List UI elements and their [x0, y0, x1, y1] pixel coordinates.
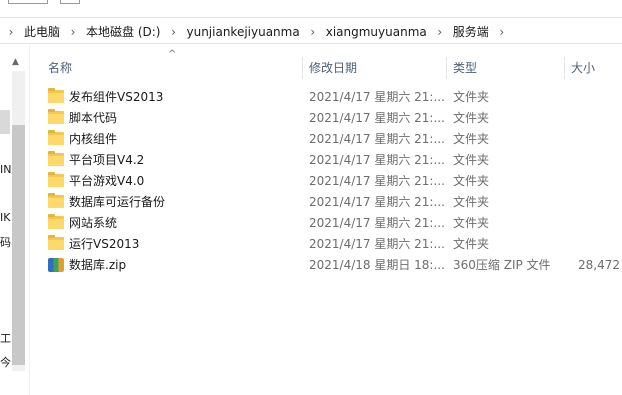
breadcrumb-item[interactable]: 此电脑	[22, 23, 62, 40]
breadcrumb: › 此电脑 › 本地磁盘 (D:) › yunjiankejiyuanma › …	[0, 18, 513, 45]
file-date: 2021/4/17 星期六 21:...	[309, 111, 445, 125]
file-row[interactable]: 数据库可运行备份 2021/4/17 星期六 21:... 文件夹	[30, 192, 622, 213]
file-name-cell[interactable]: 脚本代码	[48, 108, 303, 129]
breadcrumb-item-current[interactable]: 服务端	[451, 23, 491, 40]
file-row[interactable]: 平台游戏V4.0 2021/4/17 星期六 21:... 文件夹	[30, 171, 622, 192]
file-name-cell[interactable]: 平台游戏V4.0	[48, 171, 303, 192]
navigation-pane: ▲ IN IK 码 工 今	[0, 45, 30, 395]
folder-icon	[48, 193, 64, 208]
file-size	[568, 108, 622, 129]
file-size	[568, 129, 622, 150]
chevron-right-icon[interactable]: ›	[429, 25, 451, 39]
column-header-size[interactable]: 大小	[565, 57, 622, 79]
window-top-edge	[0, 0, 622, 16]
chevron-right-icon[interactable]: ›	[0, 25, 22, 39]
breadcrumb-item[interactable]: 本地磁盘 (D:)	[84, 23, 162, 40]
file-date: 2021/4/17 星期六 21:...	[309, 216, 445, 230]
nav-item-fragment[interactable]: IK	[0, 211, 11, 224]
file-date: 2021/4/17 星期六 21:...	[309, 237, 445, 251]
file-name: 网站系统	[69, 216, 118, 230]
file-size	[568, 192, 622, 213]
file-size	[568, 87, 622, 108]
file-name-cell[interactable]: 数据库可运行备份	[48, 192, 303, 213]
toolbar-fragment	[8, 0, 48, 4]
chevron-right-icon[interactable]: ›	[302, 25, 324, 39]
folder-icon	[48, 214, 64, 229]
file-name: 平台项目V4.2	[69, 153, 145, 167]
toolbar-fragment	[60, 0, 80, 4]
file-type: 文件夹	[453, 111, 490, 125]
file-row[interactable]: 内核组件 2021/4/17 星期六 21:... 文件夹	[30, 129, 622, 150]
file-type: 360压缩 ZIP 文件	[453, 258, 551, 272]
file-name-cell[interactable]: 网站系统	[48, 213, 303, 234]
file-row[interactable]: 发布组件VS2013 2021/4/17 星期六 21:... 文件夹	[30, 87, 622, 108]
file-date: 2021/4/17 星期六 21:...	[309, 153, 445, 167]
file-type: 文件夹	[453, 132, 490, 146]
chevron-right-icon[interactable]: ›	[162, 25, 184, 39]
column-header-date[interactable]: 修改日期	[303, 57, 447, 79]
column-header-type[interactable]: 类型	[447, 57, 565, 79]
file-name: 内核组件	[69, 132, 118, 146]
file-name-cell[interactable]: 运行VS2013	[48, 234, 303, 255]
file-type: 文件夹	[453, 237, 490, 251]
folder-icon	[48, 130, 64, 145]
file-date: 2021/4/17 星期六 21:...	[309, 90, 445, 104]
file-date: 2021/4/17 星期六 21:...	[309, 132, 445, 146]
zip-archive-icon	[48, 257, 64, 272]
file-name: 运行VS2013	[69, 237, 140, 251]
file-name: 数据库可运行备份	[69, 195, 166, 209]
file-row[interactable]: 平台项目V4.2 2021/4/17 星期六 21:... 文件夹	[30, 150, 622, 171]
file-list: ^ 名称 修改日期 类型 大小 发布组件VS2013 2021/4/17 星期六 …	[30, 45, 622, 395]
file-name: 数据库.zip	[69, 258, 127, 272]
file-name-cell[interactable]: 平台项目V4.2	[48, 150, 303, 171]
column-header-row: 名称 修改日期 类型 大小	[30, 57, 622, 79]
file-size	[568, 171, 622, 192]
file-name: 脚本代码	[69, 111, 118, 125]
folder-icon	[48, 151, 64, 166]
file-date: 2021/4/18 星期日 18:...	[309, 258, 445, 272]
scroll-up-arrow-icon[interactable]: ▲	[12, 57, 19, 67]
nav-scrollbar-thumb[interactable]	[12, 125, 25, 365]
chevron-right-icon[interactable]: ›	[491, 25, 513, 39]
file-name-cell[interactable]: 数据库.zip	[48, 255, 303, 276]
file-row[interactable]: 网站系统 2021/4/17 星期六 21:... 文件夹	[30, 213, 622, 234]
folder-icon	[48, 88, 64, 103]
file-date: 2021/4/17 星期六 21:...	[309, 174, 445, 188]
folder-icon	[48, 235, 64, 250]
file-type: 文件夹	[453, 195, 490, 209]
nav-item-fragment[interactable]: 今	[0, 354, 11, 370]
file-row[interactable]: 脚本代码 2021/4/17 星期六 21:... 文件夹	[30, 108, 622, 129]
breadcrumb-item[interactable]: yunjiankejiyuanma	[184, 25, 301, 39]
nav-item-fragment[interactable]: IN	[0, 163, 11, 176]
nav-item-fragment[interactable]: 码	[0, 234, 11, 250]
file-type: 文件夹	[453, 174, 490, 188]
breadcrumb-item[interactable]: xiangmuyuanma	[324, 25, 429, 39]
file-type: 文件夹	[453, 216, 490, 230]
file-row[interactable]: 运行VS2013 2021/4/17 星期六 21:... 文件夹	[30, 234, 622, 255]
file-size	[568, 234, 622, 255]
column-header-name[interactable]: 名称	[42, 57, 303, 79]
nav-selected-item[interactable]	[0, 110, 10, 134]
file-name: 平台游戏V4.0	[69, 174, 145, 188]
file-name: 发布组件VS2013	[69, 90, 164, 104]
file-row[interactable]: 数据库.zip 2021/4/18 星期日 18:... 360压缩 ZIP 文件 2…	[30, 255, 622, 276]
file-type: 文件夹	[453, 153, 490, 167]
file-name-cell[interactable]: 内核组件	[48, 129, 303, 150]
file-size	[568, 213, 622, 234]
file-type: 文件夹	[453, 90, 490, 104]
file-size: 28,472	[578, 258, 620, 272]
address-bar[interactable]: › 此电脑 › 本地磁盘 (D:) › yunjiankejiyuanma › …	[0, 17, 622, 44]
file-name-cell[interactable]: 发布组件VS2013	[48, 87, 303, 108]
file-date: 2021/4/17 星期六 21:...	[309, 195, 445, 209]
folder-icon	[48, 172, 64, 187]
file-size	[568, 150, 622, 171]
nav-item-fragment[interactable]: 工	[0, 330, 11, 346]
chevron-right-icon[interactable]: ›	[62, 25, 84, 39]
folder-icon	[48, 109, 64, 124]
